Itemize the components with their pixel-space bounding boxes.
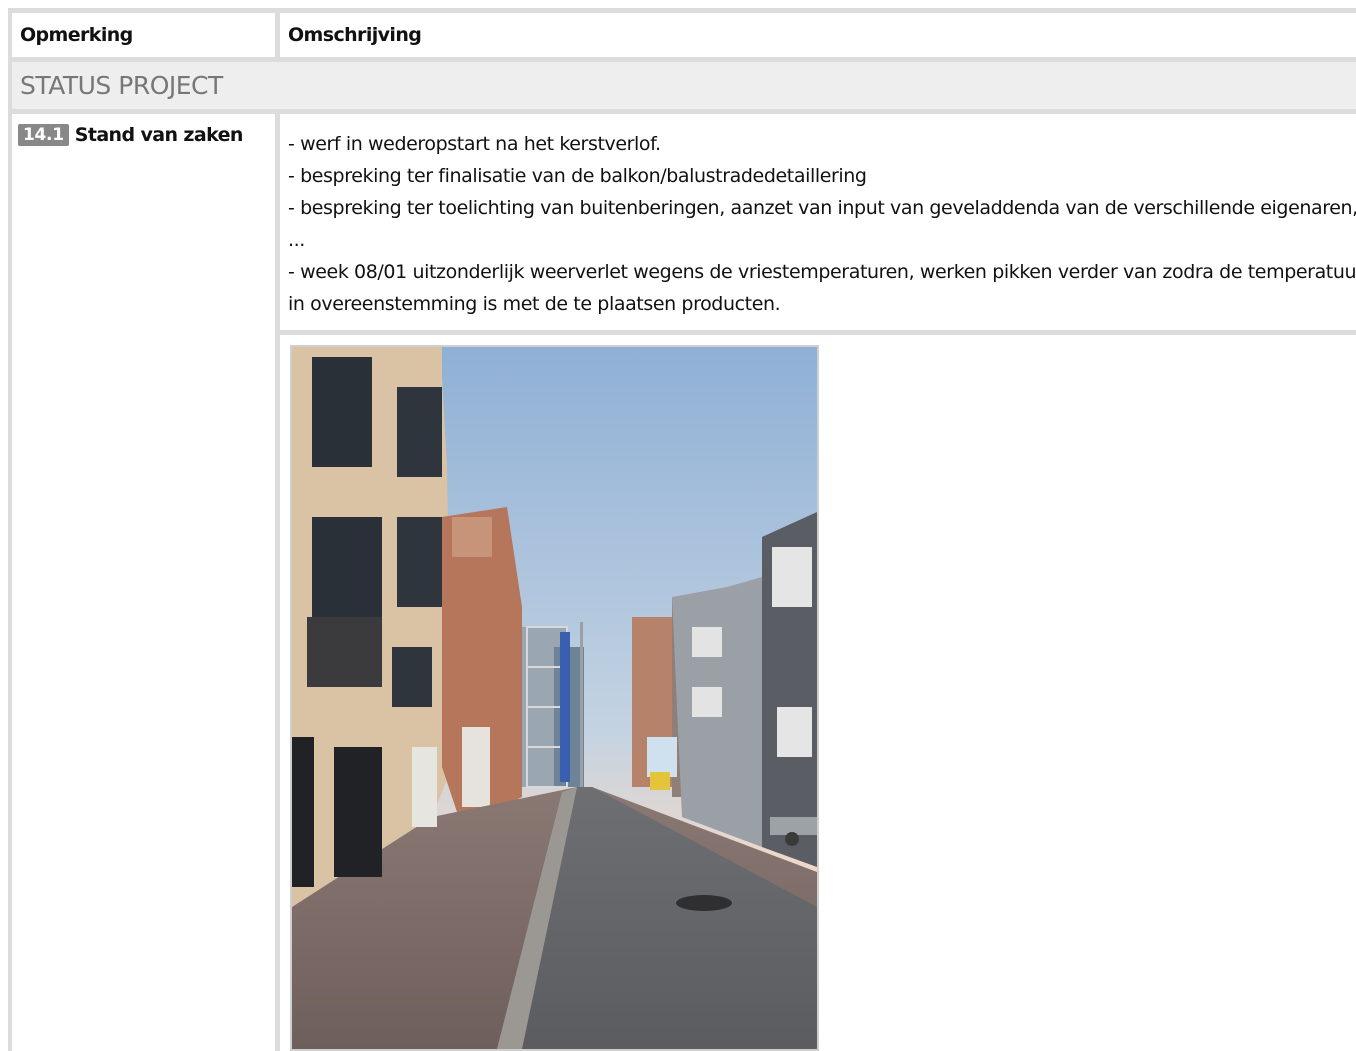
report-table: Opmerking Omschrijving STATUS PROJECT 14… bbox=[8, 8, 1356, 1051]
description-line: - bespreking ter finalisatie van de balk… bbox=[288, 165, 867, 187]
photo-container bbox=[280, 335, 1356, 1051]
report-page: Opmerking Omschrijving STATUS PROJECT 14… bbox=[8, 8, 1356, 1051]
description-text: - werf in wederopstart na het kerstverlo… bbox=[280, 114, 1356, 335]
item-number-badge: 14.1 bbox=[18, 124, 69, 146]
item-heading: 14.1 Stand van zaken bbox=[18, 124, 275, 146]
description-cell: - werf in wederopstart na het kerstverlo… bbox=[280, 114, 1356, 1051]
site-photo[interactable] bbox=[290, 345, 819, 1051]
column-header-description: Omschrijving bbox=[280, 8, 1356, 62]
header-row: Opmerking Omschrijving bbox=[8, 8, 1356, 62]
description-line: - week 08/01 uitzonderlijk weerverlet we… bbox=[288, 261, 1356, 315]
section-row: STATUS PROJECT bbox=[8, 62, 1356, 114]
description-line: - bespreking ter toelichting van buitenb… bbox=[288, 197, 1356, 251]
item-row: 14.1 Stand van zaken - werf in wederopst… bbox=[8, 114, 1356, 1051]
section-title: STATUS PROJECT bbox=[8, 62, 1356, 114]
item-title: Stand van zaken bbox=[74, 124, 244, 146]
description-line: - werf in wederopstart na het kerstverlo… bbox=[288, 133, 661, 155]
column-header-remark: Opmerking bbox=[8, 8, 280, 62]
item-cell: 14.1 Stand van zaken bbox=[8, 114, 280, 1051]
